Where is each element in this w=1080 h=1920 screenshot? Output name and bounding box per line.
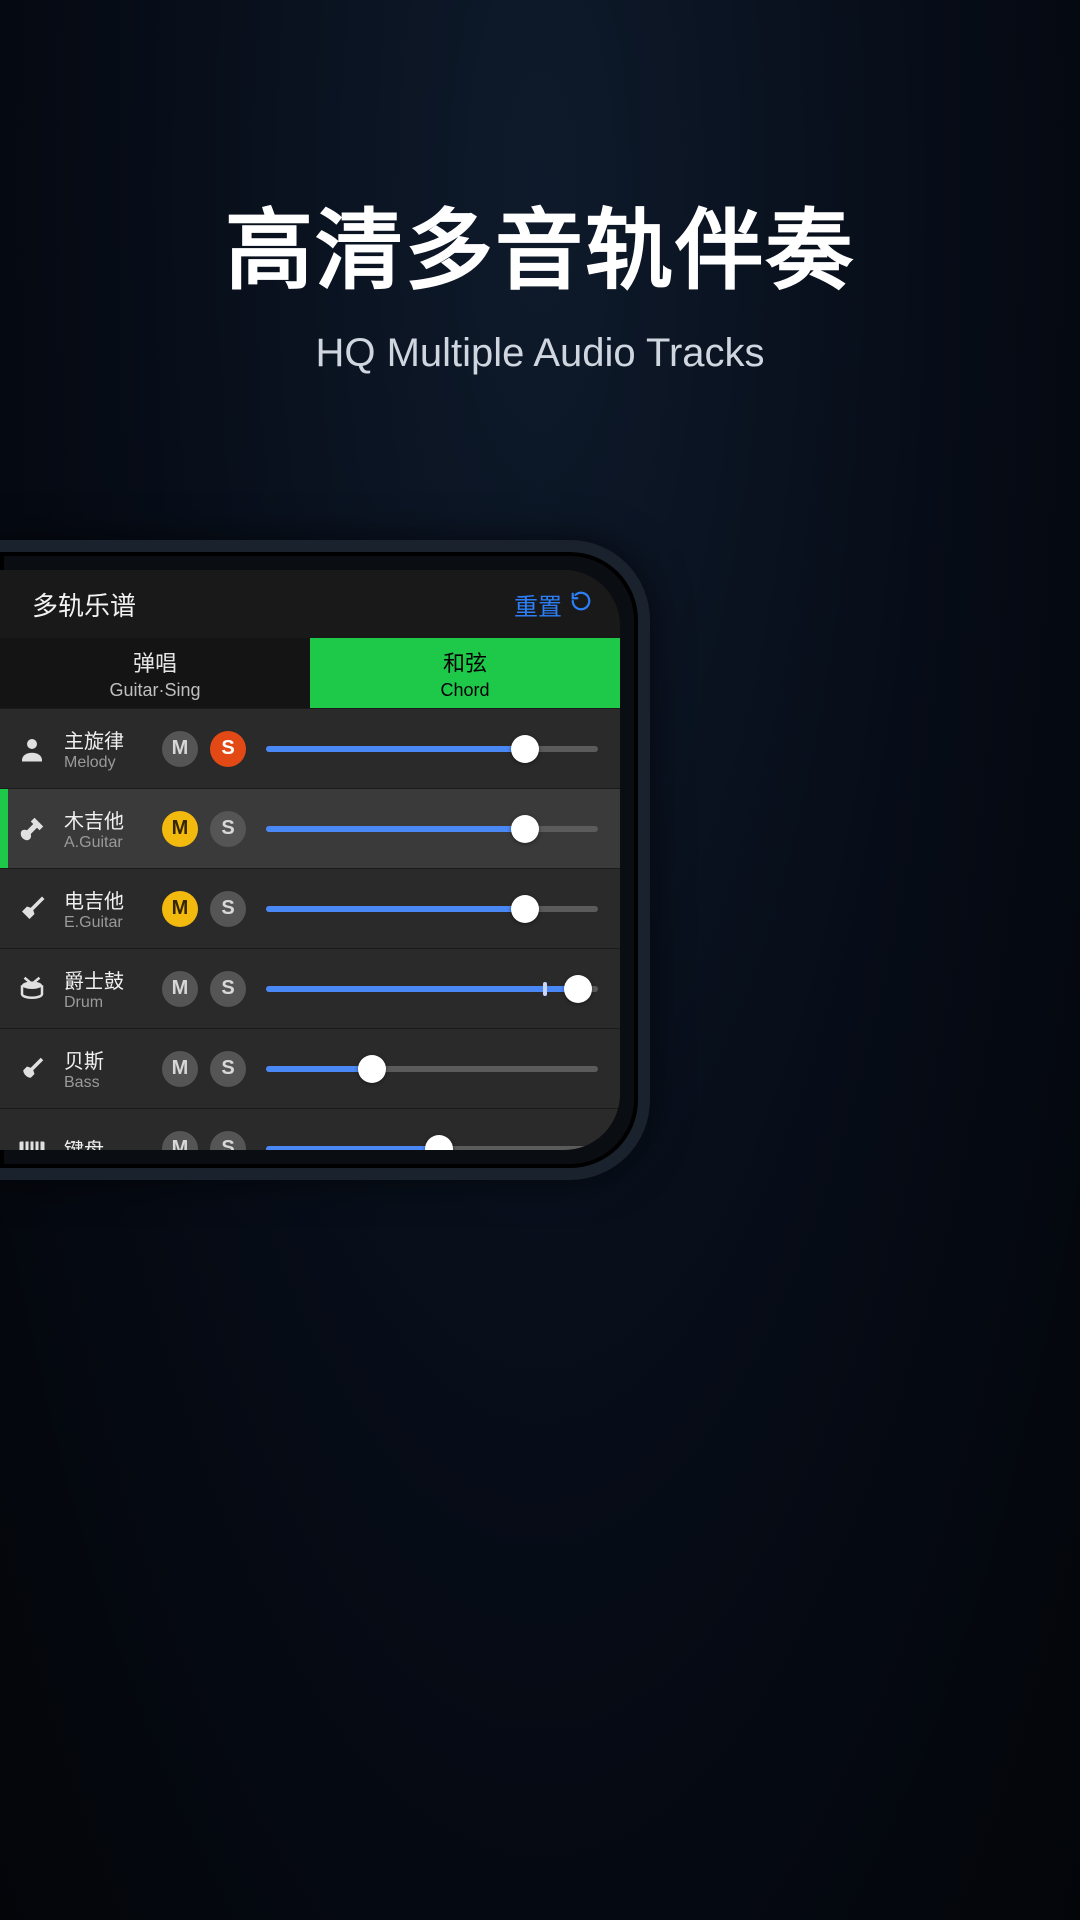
slider-thumb[interactable] (511, 895, 539, 923)
solo-button[interactable]: S (210, 1131, 246, 1151)
person-icon (14, 731, 50, 767)
track-name-en: E.Guitar (64, 914, 162, 932)
reset-icon (570, 590, 592, 619)
track-name-cn: 键盘 (64, 1134, 162, 1150)
hero: 高清多音轨伴奏 HQ Multiple Audio Tracks (0, 0, 1080, 376)
volume-slider[interactable] (266, 811, 598, 847)
track-name-en: A.Guitar (64, 834, 162, 852)
track-name-cn: 爵士鼓 (64, 965, 162, 994)
volume-slider[interactable] (266, 891, 598, 927)
tab-label-cn: 和弦 (443, 646, 487, 678)
mute-button[interactable]: M (162, 971, 198, 1007)
slider-tick (543, 982, 547, 996)
track-list: 主旋律 Melody M S 木吉他 (0, 708, 620, 1150)
slider-thumb[interactable] (564, 975, 592, 1003)
track-labels: 爵士鼓 Drum (64, 965, 162, 1012)
mute-solo-group: M S (162, 1131, 246, 1151)
track-name-cn: 贝斯 (64, 1045, 162, 1074)
solo-button[interactable]: S (210, 811, 246, 847)
track-labels: 主旋律 Melody (64, 725, 162, 772)
hero-title-cn: 高清多音轨伴奏 (0, 180, 1080, 307)
track-labels: 电吉他 E.Guitar (64, 885, 162, 932)
drum-icon (14, 971, 50, 1007)
tabs: 弹唱 Guitar·Sing 和弦 Chord (0, 638, 620, 708)
track-name-cn: 电吉他 (64, 885, 162, 914)
solo-button[interactable]: S (210, 1051, 246, 1087)
tab-chord[interactable]: 和弦 Chord (310, 638, 620, 708)
volume-slider[interactable] (266, 1051, 598, 1087)
solo-button[interactable]: S (210, 971, 246, 1007)
tab-guitar-sing[interactable]: 弹唱 Guitar·Sing (0, 638, 310, 708)
phone-screen: 多轨乐谱 重置 弹唱 Guitar·Sing 和弦 Chord (0, 570, 620, 1150)
topbar: 多轨乐谱 重置 (0, 570, 620, 638)
mute-solo-group: M S (162, 731, 246, 767)
tab-label-cn: 弹唱 (133, 646, 177, 678)
mute-solo-group: M S (162, 1051, 246, 1087)
slider-thumb[interactable] (511, 815, 539, 843)
track-row[interactable]: 电吉他 E.Guitar M S (0, 868, 620, 948)
tab-label-en: Chord (440, 680, 489, 701)
slider-thumb[interactable] (425, 1135, 453, 1151)
track-labels: 木吉他 A.Guitar (64, 805, 162, 852)
hero-title-en: HQ Multiple Audio Tracks (0, 331, 1080, 376)
mute-button[interactable]: M (162, 1131, 198, 1151)
mute-button[interactable]: M (162, 891, 198, 927)
track-row[interactable]: 主旋律 Melody M S (0, 708, 620, 788)
tab-label-en: Guitar·Sing (109, 680, 200, 701)
mute-solo-group: M S (162, 811, 246, 847)
track-name-cn: 木吉他 (64, 805, 162, 834)
bass-icon (14, 1051, 50, 1087)
solo-button[interactable]: S (210, 891, 246, 927)
eguitar-icon (14, 891, 50, 927)
guitar-icon (14, 811, 50, 847)
solo-button[interactable]: S (210, 731, 246, 767)
mute-solo-group: M S (162, 971, 246, 1007)
track-row[interactable]: 木吉他 A.Guitar M S (0, 788, 620, 868)
piano-icon (14, 1131, 50, 1151)
track-name-en: Bass (64, 1074, 162, 1092)
mute-solo-group: M S (162, 891, 246, 927)
track-row[interactable]: 贝斯 Bass M S (0, 1028, 620, 1108)
mute-button[interactable]: M (162, 1051, 198, 1087)
volume-slider[interactable] (266, 731, 598, 767)
volume-slider[interactable] (266, 971, 598, 1007)
slider-thumb[interactable] (358, 1055, 386, 1083)
track-name-en: Drum (64, 994, 162, 1012)
track-row[interactable]: 爵士鼓 Drum M S (0, 948, 620, 1028)
track-row[interactable]: 键盘 M S (0, 1108, 620, 1150)
volume-slider[interactable] (266, 1131, 598, 1151)
track-name-cn: 主旋律 (64, 725, 162, 754)
track-labels: 键盘 (64, 1134, 162, 1150)
mute-button[interactable]: M (162, 811, 198, 847)
mute-button[interactable]: M (162, 731, 198, 767)
phone-frame: 多轨乐谱 重置 弹唱 Guitar·Sing 和弦 Chord (0, 540, 650, 1180)
reset-label: 重置 (514, 587, 562, 622)
panel-title: 多轨乐谱 (32, 586, 136, 623)
track-labels: 贝斯 Bass (64, 1045, 162, 1092)
slider-thumb[interactable] (511, 735, 539, 763)
reset-button[interactable]: 重置 (514, 587, 592, 622)
track-name-en: Melody (64, 754, 162, 772)
